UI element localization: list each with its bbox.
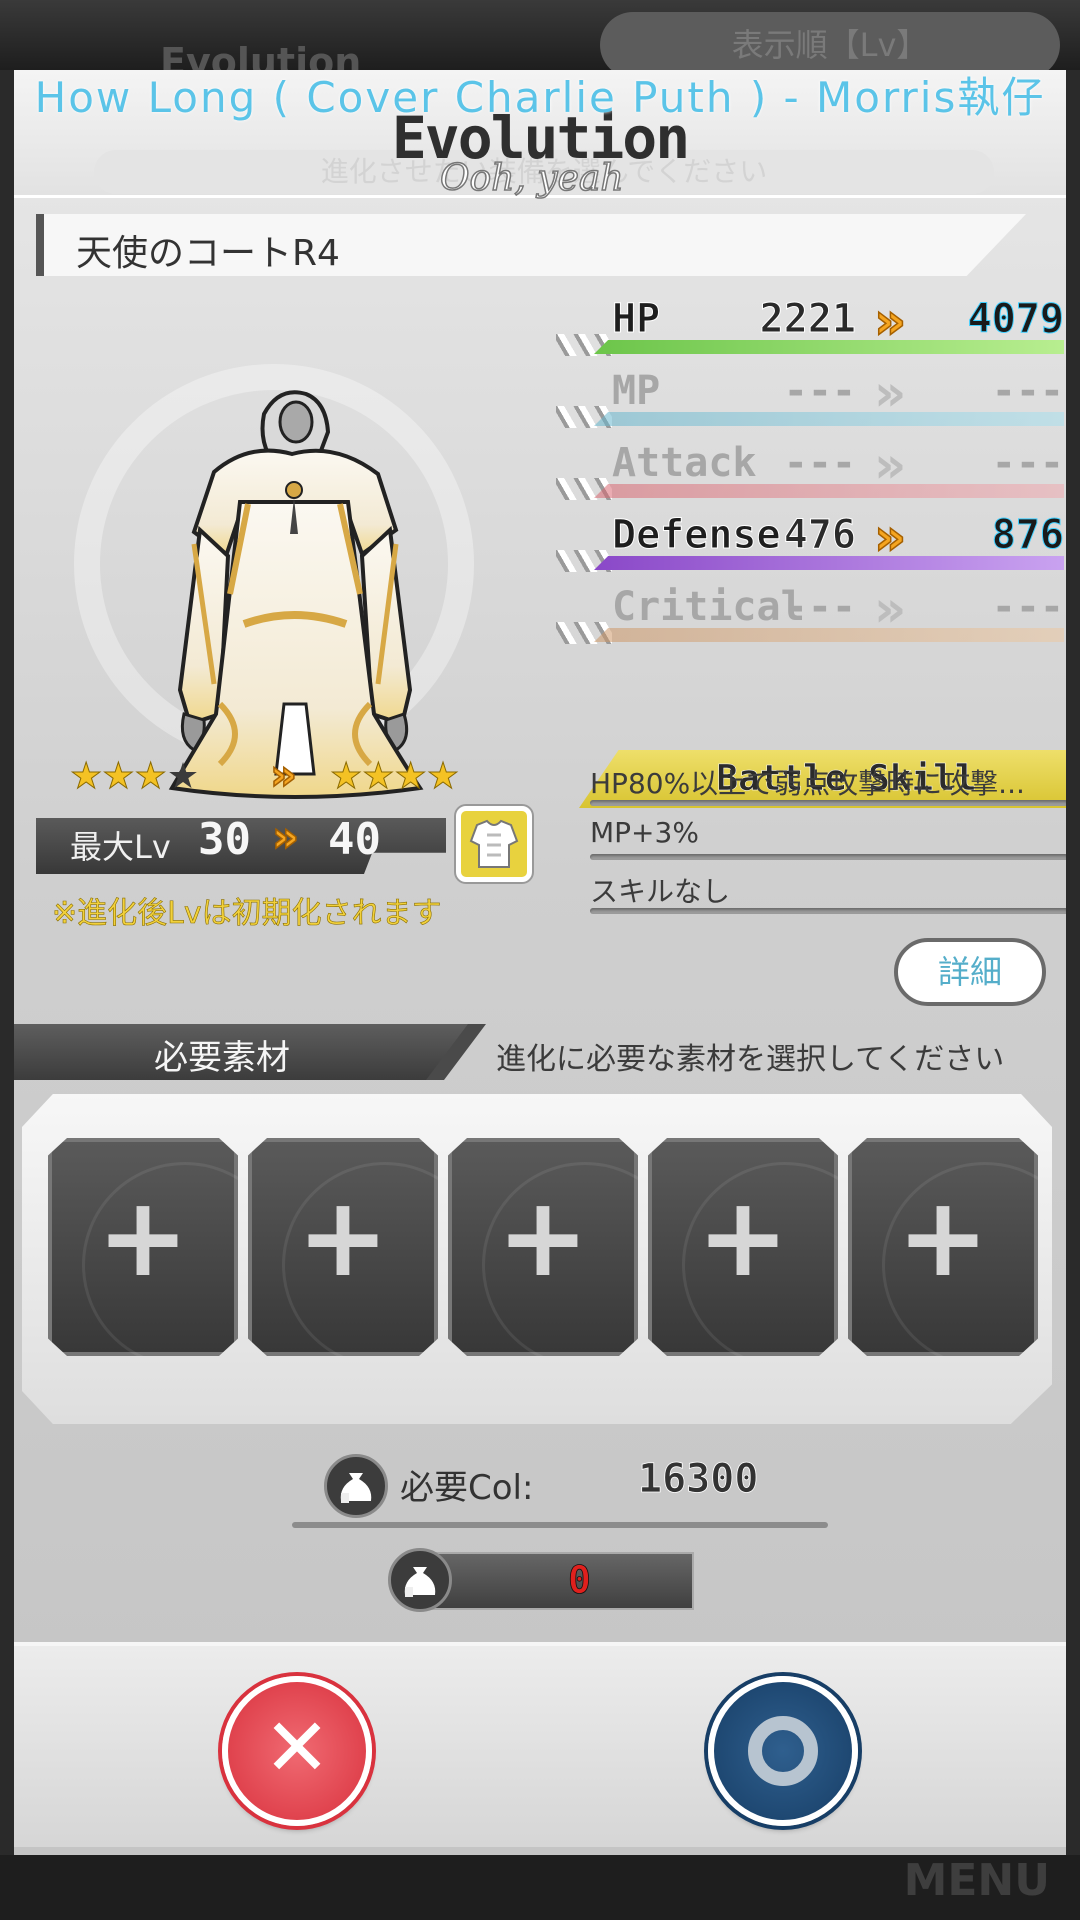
battle-skill-line-2: MP+3%	[590, 816, 699, 849]
stat-bar	[594, 412, 1064, 426]
material-slot-4[interactable]: +	[648, 1138, 838, 1356]
confirm-button[interactable]	[708, 1676, 858, 1826]
armor-shape-icon	[469, 819, 519, 868]
level-old-value: 30	[198, 814, 251, 865]
stat-arrow-icon: »	[874, 436, 907, 494]
stat-bar	[594, 340, 1064, 354]
skill-divider	[590, 854, 1066, 860]
level-reset-note: ※進化後Lvは初期化されます	[52, 896, 442, 932]
background-top: Evolution 表示順【Lv】	[0, 0, 1080, 84]
materials-title: 必要素材	[154, 1038, 290, 1078]
level-arrow-icon: »	[271, 811, 300, 862]
lyric-line-1: How Long ( Cover Charlie Puth ) - Morris…	[34, 73, 1046, 122]
lyric-line-2: Ooh, yeah	[439, 157, 624, 200]
stats-panel: HP 2221 » 4079 MP --- » --- Attack --- »…	[554, 290, 1066, 650]
material-slot-3[interactable]: +	[448, 1138, 638, 1356]
background-bottom: MENU	[0, 1855, 1080, 1920]
armor-icon	[456, 806, 532, 882]
level-label: 最大Lv	[70, 828, 171, 866]
material-slot-5[interactable]: +	[848, 1138, 1038, 1356]
evolution-panel: 進化させたい装備を選んでください Evolution 天使のコートR4 HP 2…	[14, 70, 1066, 1855]
plus-icon: +	[896, 1173, 990, 1301]
stat-old-value: 476	[783, 512, 856, 559]
stat-label: HP	[611, 296, 661, 343]
star-filled-icons: ★★★★	[329, 756, 460, 798]
material-slot-1[interactable]: +	[48, 1138, 238, 1356]
plus-icon: +	[296, 1173, 390, 1301]
rarity-old: ★★★★	[70, 756, 200, 798]
stat-row-defense: Defense 476 » 876	[554, 506, 1066, 578]
stat-new-value: ---	[991, 440, 1064, 486]
plus-icon: +	[696, 1173, 790, 1301]
menu-button[interactable]: MENU	[904, 1855, 1050, 1906]
stat-new-value: 4079	[967, 296, 1064, 343]
stat-row-hp: HP 2221 » 4079	[554, 290, 1066, 362]
materials-hint: 進化に必要な素材を選択してください	[496, 1042, 1005, 1077]
stat-row-attack: Attack --- » ---	[554, 434, 1066, 506]
money-bag-icon	[340, 1473, 372, 1503]
plus-icon: +	[496, 1173, 590, 1301]
money-bag-icon	[404, 1567, 436, 1597]
stat-label: Attack	[612, 440, 757, 486]
star-filled-icons: ★★★	[70, 756, 168, 798]
stat-old-value: 2221	[759, 296, 856, 343]
detail-button[interactable]: 詳細	[894, 938, 1046, 1006]
skill-divider	[590, 908, 1066, 914]
footer-bar	[14, 1642, 1066, 1847]
battle-skill-line-1: HP80%以上で弱点攻撃時に攻撃...	[590, 767, 1025, 800]
level-new-value: 40	[328, 814, 381, 865]
angel-coat-icon	[168, 390, 424, 799]
stat-label: Critical	[612, 584, 805, 630]
rarity-arrow-icon: »	[269, 749, 298, 800]
battle-skill-line-3: スキルなし	[590, 875, 731, 908]
stat-old-value: ---	[783, 584, 856, 630]
stat-new-value: 876	[991, 512, 1064, 559]
plus-icon: +	[96, 1173, 190, 1301]
stat-arrow-icon: »	[873, 507, 907, 567]
stat-row-mp: MP --- » ---	[554, 362, 1066, 434]
col-divider	[292, 1522, 828, 1528]
stat-old-value: ---	[783, 368, 856, 414]
item-name: 天使のコートR4	[76, 233, 340, 274]
stat-label: Defense	[612, 512, 782, 559]
skill-divider	[590, 800, 1066, 806]
stat-bar	[594, 628, 1064, 642]
star-empty-icon: ★	[166, 756, 200, 797]
stat-bar	[594, 556, 1064, 570]
required-col-value: 16300	[638, 1456, 759, 1503]
stat-bar	[594, 484, 1064, 498]
stat-arrow-icon: »	[874, 364, 907, 422]
stat-new-value: ---	[991, 368, 1064, 414]
col-bag-icon	[324, 1454, 388, 1518]
materials-header: 必要素材	[14, 1024, 484, 1080]
material-slot-2[interactable]: +	[248, 1138, 438, 1356]
stat-new-value: ---	[991, 584, 1064, 630]
stat-label: MP	[612, 368, 661, 414]
owned-col-bag-icon	[388, 1548, 452, 1612]
cancel-button[interactable]: ✕	[222, 1676, 372, 1826]
equipment-image	[44, 294, 544, 814]
stat-arrow-icon: »	[874, 580, 907, 638]
stat-row-critical: Critical --- » ---	[554, 578, 1066, 650]
item-name-bar: 天使のコートR4	[36, 214, 1026, 276]
rarity-new: ★★★★	[329, 756, 460, 798]
circle-icon	[748, 1716, 818, 1786]
stat-old-value: ---	[783, 440, 856, 486]
owned-col-value: 0	[568, 1558, 592, 1603]
owned-col-bar	[414, 1552, 694, 1610]
required-col-label: 必要Col:	[400, 1468, 534, 1508]
stat-arrow-icon: »	[873, 291, 907, 351]
